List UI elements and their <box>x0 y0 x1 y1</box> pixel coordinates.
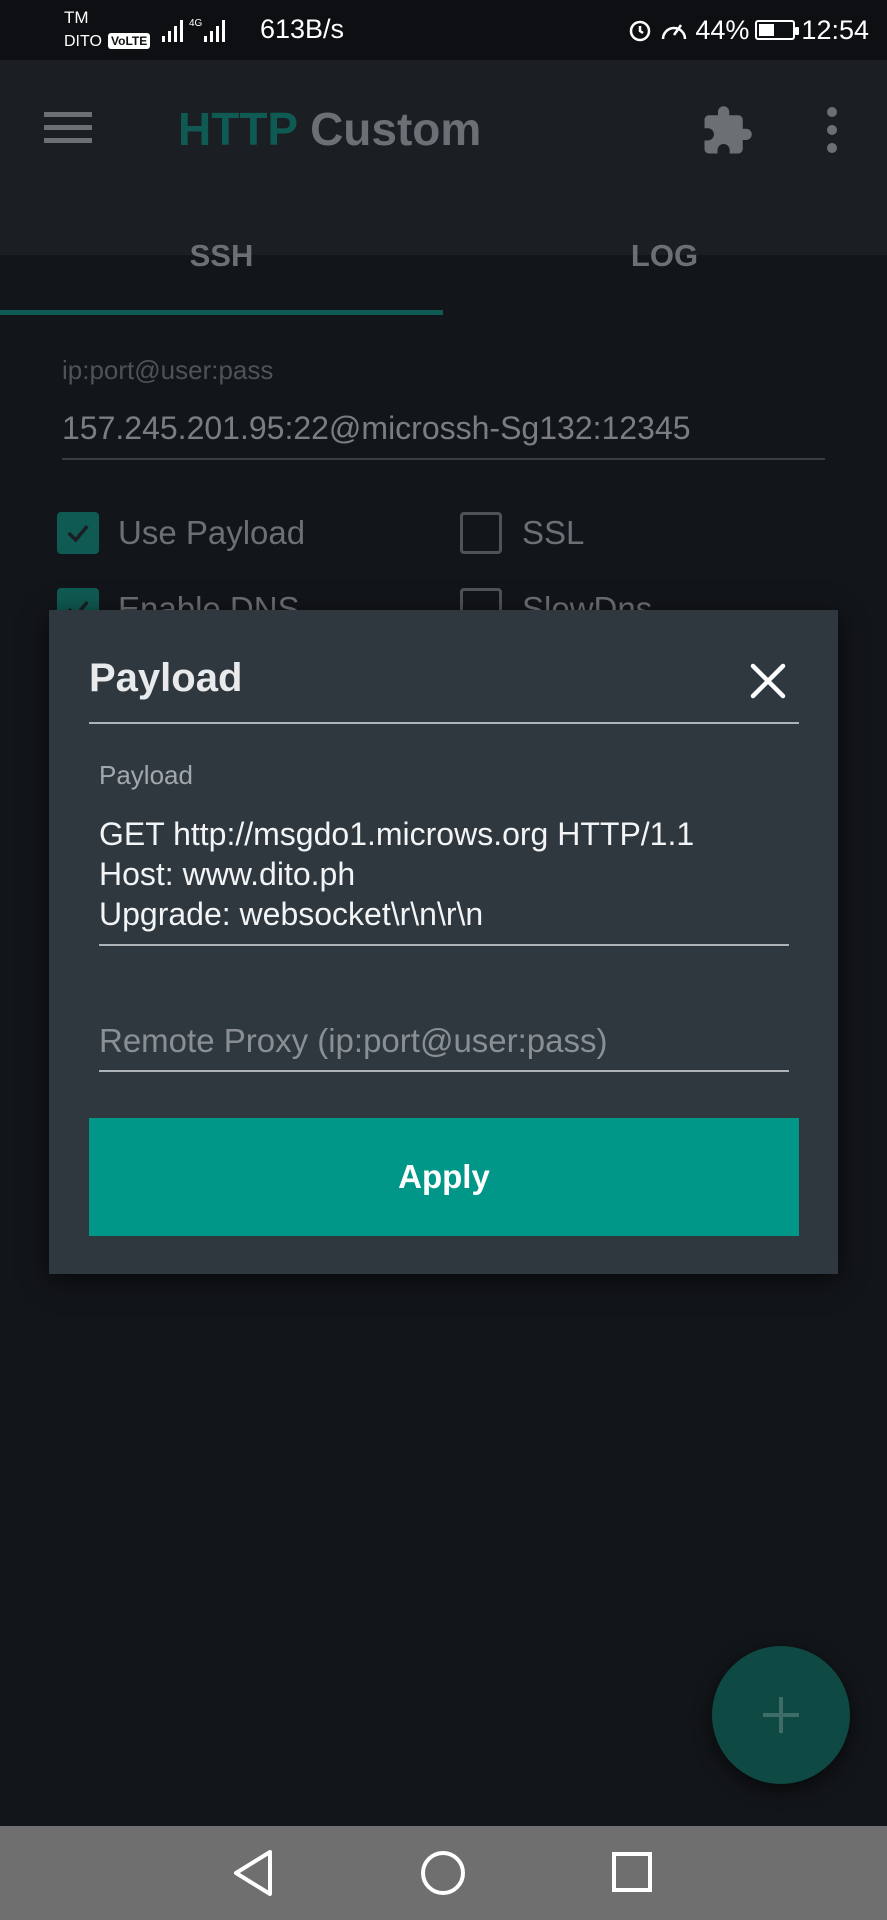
close-icon[interactable] <box>749 662 787 700</box>
more-vert-icon[interactable] <box>814 104 850 156</box>
ssh-field-label: ip:port@user:pass <box>62 355 274 385</box>
tab-indicator <box>0 310 443 315</box>
battery-percent: 44% <box>695 14 750 45</box>
menu-icon[interactable] <box>44 110 92 146</box>
dialog-title-divider <box>89 722 799 724</box>
add-fab-button[interactable] <box>712 1646 850 1784</box>
ssl-label: SSL <box>522 514 585 551</box>
payload-field-label: Payload <box>99 760 193 790</box>
system-nav-bar <box>0 1826 887 1920</box>
apply-button[interactable]: Apply <box>89 1118 799 1236</box>
carrier-name-1: TM <box>64 8 89 27</box>
remote-proxy-underline <box>99 1070 789 1072</box>
speedometer-icon <box>662 24 687 40</box>
tab-ssh[interactable]: SSH <box>0 238 443 274</box>
clock: 12:54 <box>801 14 869 45</box>
payload-dialog: Payload Payload GET http://msgdo1.microw… <box>49 610 838 1274</box>
back-icon[interactable] <box>230 1848 278 1898</box>
ssh-field-input[interactable]: 157.245.201.95:22@microssh-Sg132:12345 <box>62 410 690 447</box>
svg-text:4G: 4G <box>189 18 203 29</box>
network-speed: 613B/s <box>260 14 345 44</box>
remote-proxy-input[interactable]: Remote Proxy (ip:port@user:pass) <box>99 1022 608 1060</box>
payload-field-input[interactable]: GET http://msgdo1.microws.org HTTP/1.1 H… <box>99 814 789 934</box>
recents-icon[interactable] <box>610 1850 654 1894</box>
alarm-icon <box>630 20 651 42</box>
battery-icon <box>755 20 800 40</box>
ssh-field-underline <box>62 458 825 460</box>
carrier-name-2: DITO <box>64 33 102 50</box>
app-title: HTTP Custom <box>178 102 481 156</box>
app-title-part2: Custom <box>310 103 482 155</box>
puzzle-icon[interactable] <box>700 104 754 158</box>
payload-field-underline <box>99 944 789 946</box>
tab-log[interactable]: LOG <box>443 238 886 274</box>
status-right-group: 44% 12:54 <box>627 12 869 48</box>
plus-icon <box>763 1697 799 1733</box>
use-payload-checkbox[interactable] <box>57 512 99 554</box>
dialog-title: Payload <box>89 656 243 700</box>
check-icon <box>67 524 89 543</box>
ssl-checkbox[interactable] <box>460 512 502 554</box>
signal-icon: 4G <box>162 18 225 42</box>
status-bar: TM DITO VoLTE 4G 613B/s 44% 12:54 <box>0 0 887 60</box>
app-title-part1: HTTP <box>178 103 298 155</box>
volte-badge: VoLTE <box>108 33 151 49</box>
home-icon[interactable] <box>418 1848 468 1898</box>
use-payload-label: Use Payload <box>118 514 306 551</box>
